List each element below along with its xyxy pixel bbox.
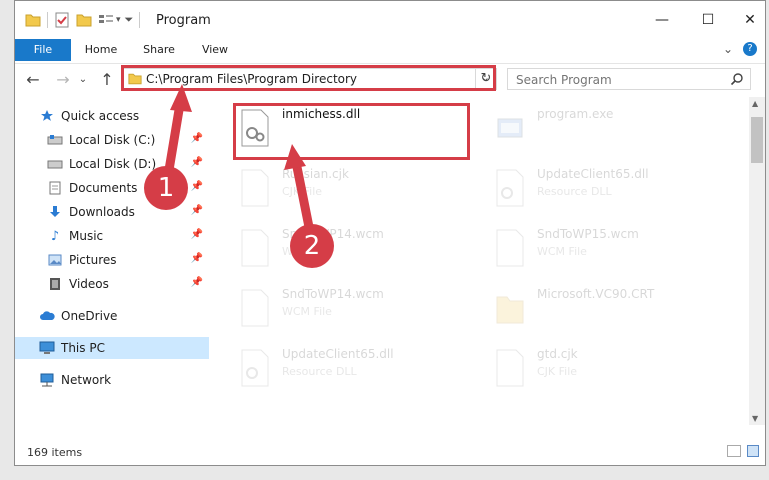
step-marker-1: 1 — [144, 166, 188, 210]
step-marker-2: 2 — [290, 224, 334, 268]
annotation-arrows — [163, 84, 315, 237]
